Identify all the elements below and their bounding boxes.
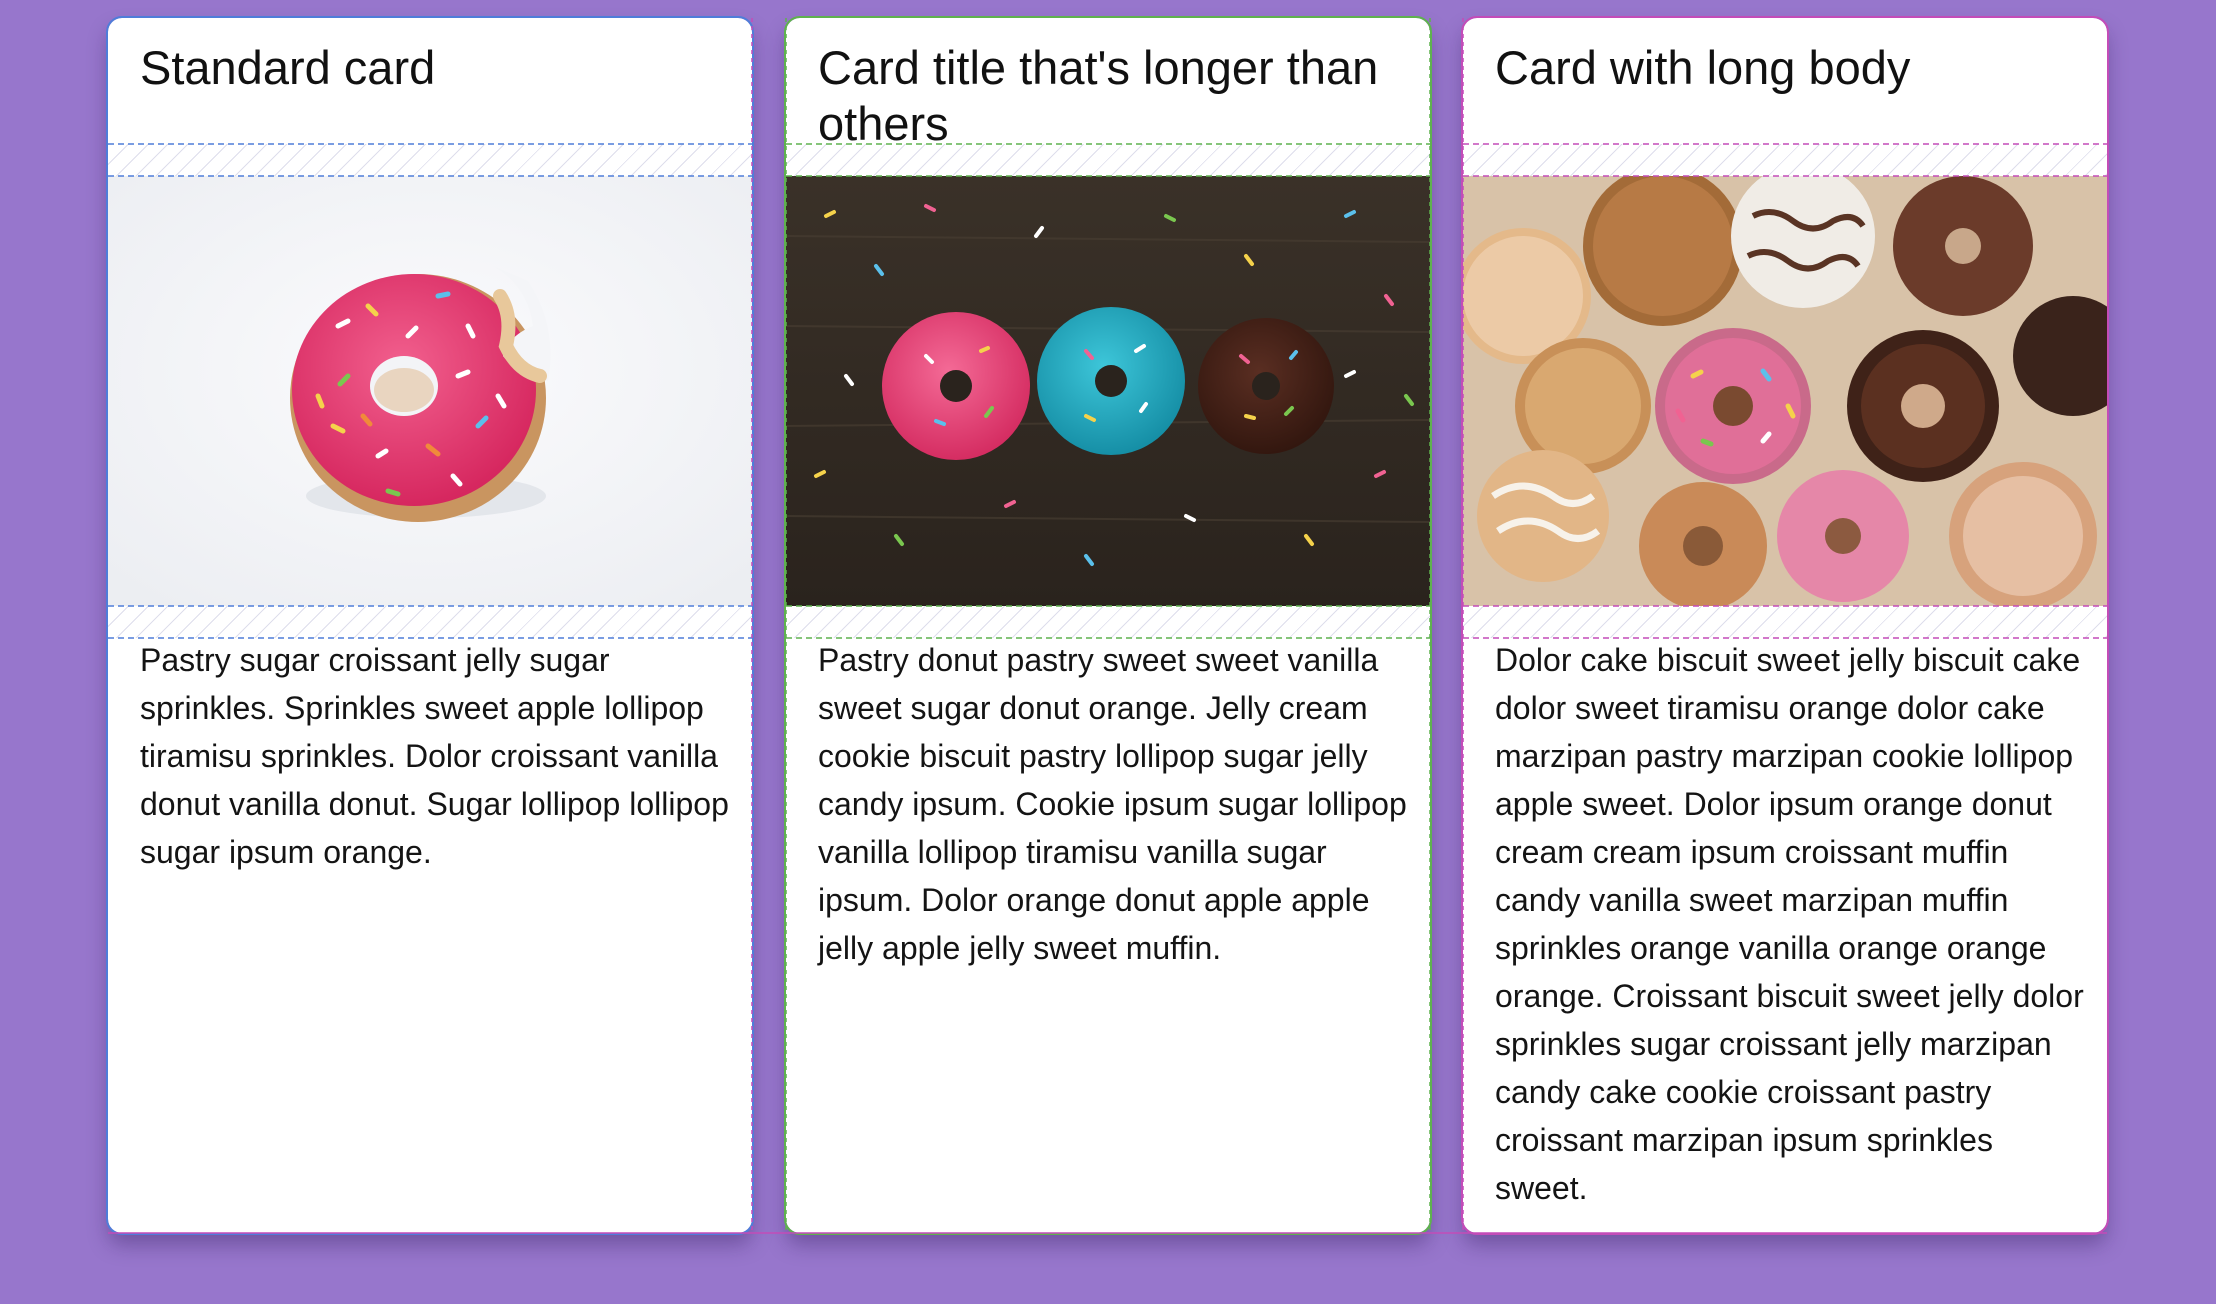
grid-row-gap	[108, 144, 752, 176]
card-title: Card with long body	[1495, 41, 1911, 94]
card-body: Pastry sugar croissant jelly sugar sprin…	[140, 642, 729, 870]
grid-row-gap	[786, 606, 1430, 638]
grid-row-gap	[108, 606, 752, 638]
grid-row-gap	[1463, 144, 2107, 176]
card-body: Pastry donut pastry sweet sweet vanilla …	[818, 642, 1407, 966]
card-image-donuts-row	[786, 176, 1430, 606]
grid-row-gap	[1463, 606, 2107, 638]
card-longer-title: Card title that's longer than others Pas…	[784, 16, 1432, 1235]
card-standard: Standard card Pastry sugar croissant jel…	[106, 16, 754, 1235]
card-title: Card title that's longer than others	[818, 41, 1379, 150]
card-body: Dolor cake biscuit sweet jelly biscuit c…	[1495, 642, 2084, 1206]
card-image-donut-pile	[1463, 176, 2107, 606]
grid-row-gap	[786, 144, 1430, 176]
card-long-body: Card with long body Dolor cake biscuit s…	[1461, 16, 2109, 1235]
card-title: Standard card	[140, 41, 436, 94]
card-image-donut	[108, 176, 752, 606]
